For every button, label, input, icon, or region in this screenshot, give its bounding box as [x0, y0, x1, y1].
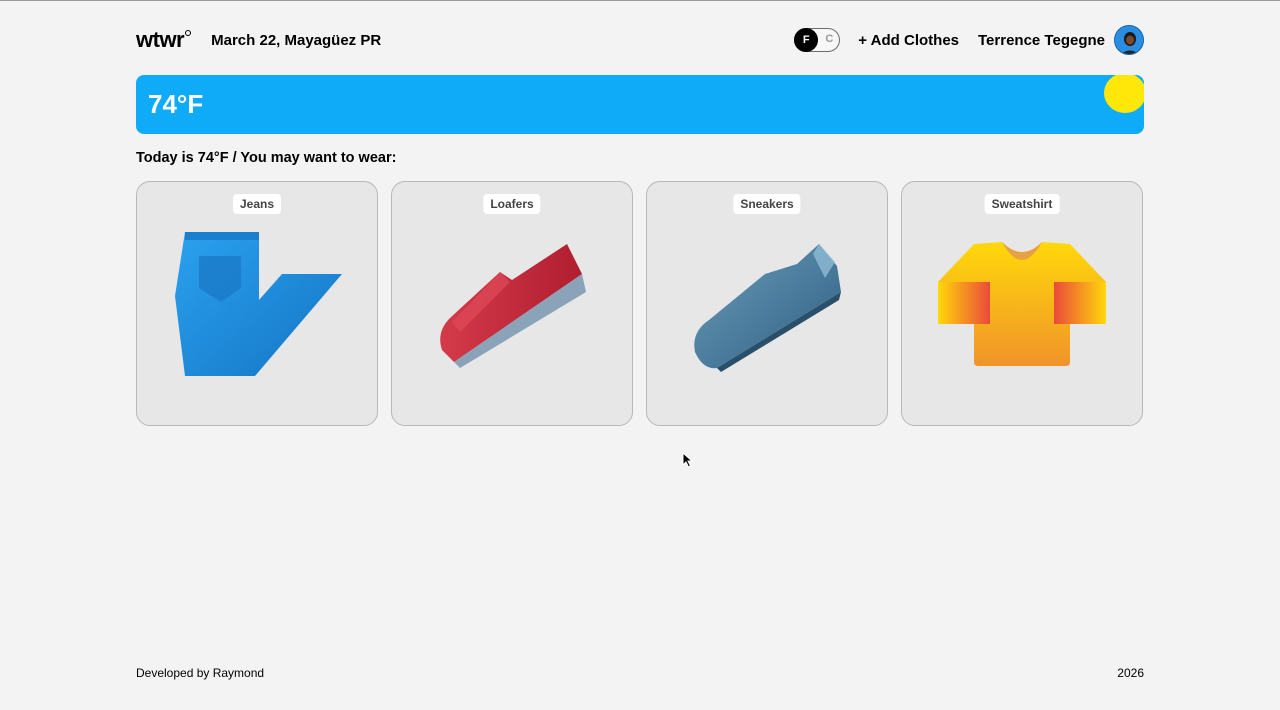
item-label: Jeans [232, 194, 282, 214]
item-label: Sweatshirt [984, 194, 1060, 214]
jeans-icon [175, 232, 342, 376]
site-footer: Developed by Raymond 2026 [136, 666, 1144, 680]
logo[interactable]: wtwr [136, 27, 192, 52]
logo-text: wtwr [136, 27, 185, 52]
item-card-sneakers[interactable]: Sneakers [646, 181, 888, 426]
weather-temperature: 74°F [148, 89, 204, 119]
temperature-unit-toggle[interactable]: F C [794, 28, 841, 52]
clothing-cards: Jeans Loafers Sneakers Sweatshirt [136, 181, 1144, 426]
logo-degree-mark [185, 30, 192, 36]
site-header: wtwr March 22, Mayagüez PR F C + Add Clo… [136, 23, 1144, 57]
date-location: March 22, Mayagüez PR [211, 31, 382, 49]
toggle-knob-fahrenheit: F [794, 28, 819, 52]
item-card-jeans[interactable]: Jeans [136, 181, 378, 426]
avatar-image [1115, 26, 1143, 54]
username[interactable]: Terrence Tegegne [978, 32, 1105, 49]
item-card-loafers[interactable]: Loafers [391, 181, 633, 426]
loafers-icon [440, 244, 586, 368]
toggle-label-celsius: C [825, 33, 834, 45]
avatar[interactable] [1114, 25, 1144, 55]
weather-card: 74°F [136, 75, 1144, 134]
sweatshirt-icon [938, 242, 1106, 366]
mouse-cursor-icon [682, 452, 694, 468]
footer-developer: Developed by Raymond [136, 666, 265, 680]
clothing-suggestion-text: Today is 74°F / You may want to wear: [136, 150, 397, 166]
item-card-sweatshirt[interactable]: Sweatshirt [901, 181, 1143, 426]
footer-year: 2026 [1117, 666, 1144, 680]
add-clothes-button[interactable]: + Add Clothes [858, 32, 959, 49]
sneakers-icon [694, 244, 841, 372]
item-label: Loafers [483, 194, 541, 214]
item-label: Sneakers [733, 194, 801, 214]
sun-icon [1104, 75, 1144, 113]
